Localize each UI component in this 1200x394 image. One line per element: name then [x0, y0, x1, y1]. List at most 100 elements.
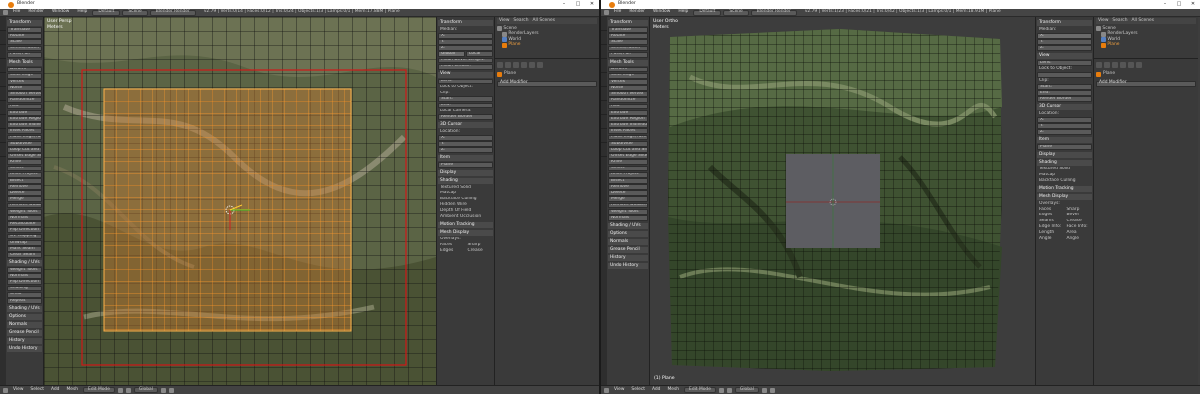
outliner-item-plane[interactable]: Plane [1096, 42, 1196, 49]
tool-button[interactable]: Vertex [7, 78, 42, 85]
menu-window[interactable]: Window [650, 9, 673, 14]
tool-button[interactable]: Weight Tools [7, 266, 42, 273]
tool-panel-toggle[interactable]: Shading / UVs [7, 305, 42, 312]
tool-button[interactable]: Merge [608, 196, 648, 203]
transform-panel-header[interactable]: Transform [438, 20, 493, 26]
3d-viewport[interactable]: User Ortho Meters (1) Plane [650, 17, 1035, 385]
tool-button[interactable]: Scale [7, 39, 42, 46]
tool-button[interactable]: Bisect [7, 177, 42, 184]
tool-button[interactable]: Inset Faces [608, 128, 648, 135]
clip-end-field[interactable]: End: [1037, 90, 1092, 96]
tool-button[interactable]: Smooth Vertex [7, 91, 42, 98]
viewport-editor-icon[interactable] [604, 387, 609, 393]
snap-icon[interactable] [168, 387, 174, 393]
tool-button[interactable]: Add [7, 103, 42, 110]
tool-button[interactable]: Loop Cut and Slide [7, 146, 42, 153]
tool-panel-toggle[interactable]: Options [608, 230, 648, 237]
median-z-field[interactable]: Z: [1037, 45, 1092, 51]
tool-button[interactable]: Rotate [608, 33, 648, 39]
mean-crease-field[interactable]: Mean Crease: [438, 63, 493, 70]
crease-checkbox[interactable]: Crease [466, 248, 494, 254]
layout-selector[interactable]: Default [92, 9, 121, 16]
view-menu[interactable]: View [11, 387, 25, 392]
tool-panel-toggle[interactable]: Grease Pencil [7, 329, 42, 336]
snap-icon[interactable] [769, 387, 775, 393]
transform-panel-header[interactable]: Transform [1037, 20, 1092, 26]
tool-button[interactable]: Slide Edge [7, 72, 42, 79]
tool-button[interactable]: Make Edge/Face [608, 134, 648, 141]
render-engine-selector[interactable]: Blender Render [149, 9, 196, 16]
editor-type-icon[interactable] [604, 10, 609, 15]
tool-button[interactable]: Shading [7, 285, 42, 292]
tool-button[interactable]: Extrude [7, 109, 42, 116]
minimize-button[interactable]: – [1158, 2, 1172, 7]
tool-button[interactable]: Remove [608, 184, 648, 190]
tool-panel-toggle[interactable]: Normals [7, 321, 42, 328]
tool-panel-toggle[interactable]: History [7, 337, 42, 344]
local-button[interactable]: Local [466, 51, 493, 58]
layout-selector[interactable]: Default [693, 9, 722, 16]
lens-field[interactable]: Lens: [438, 78, 493, 85]
tool-button[interactable]: Select [7, 165, 42, 172]
face-angle-checkbox[interactable]: Angle [1065, 236, 1093, 242]
outliner-search-menu[interactable]: Search [513, 18, 528, 23]
tool-button[interactable]: Knife Project [608, 171, 648, 178]
tool-button[interactable]: Remove [7, 184, 42, 190]
menu-help[interactable]: Help [74, 9, 90, 14]
tool-button[interactable]: Subdivide [7, 140, 42, 147]
pivot-icon[interactable] [125, 387, 131, 393]
clip-end-field[interactable]: End: [438, 102, 493, 109]
global-button[interactable]: Global [438, 51, 465, 58]
tool-button[interactable]: Extrude [608, 109, 648, 116]
select-menu[interactable]: Select [629, 387, 647, 392]
angle-checkbox[interactable]: Angle [1037, 236, 1065, 242]
tool-button[interactable]: Bisect [608, 177, 648, 184]
tool-button[interactable]: Select [608, 165, 648, 172]
backface-culling-checkbox[interactable]: Backface Culling [1037, 178, 1092, 184]
tool-button[interactable]: Knife [608, 159, 648, 166]
tool-button[interactable]: Knife [7, 159, 42, 166]
ambient-occlusion-checkbox[interactable]: Ambient Occlusion [438, 214, 493, 220]
shading-icon[interactable] [117, 387, 123, 393]
item-panel-header[interactable]: Item [1037, 137, 1092, 144]
scene-tab-icon[interactable] [505, 61, 511, 68]
tool-panel-toggle[interactable]: Undo History [608, 262, 648, 269]
modifier-tab-icon[interactable] [521, 61, 527, 68]
select-menu[interactable]: Select [28, 387, 46, 392]
tool-button[interactable]: Normals [608, 215, 648, 221]
mesh-menu[interactable]: Mesh [64, 387, 80, 392]
tool-button[interactable]: Rotate [7, 33, 42, 39]
transform-orientation[interactable]: Global [133, 387, 158, 393]
tool-button[interactable]: Clear Seam [7, 252, 42, 258]
tool-button[interactable]: Remove Doubles [608, 202, 648, 209]
render-border-toggle[interactable]: Render Border [438, 114, 493, 121]
tool-button[interactable]: Scale [608, 39, 648, 46]
tool-button[interactable]: Offset Edge Slide [608, 153, 648, 159]
median-x-field[interactable]: X: [438, 32, 493, 39]
render-border-toggle[interactable]: Render Border [1037, 96, 1092, 103]
outliner-item-plane[interactable]: Plane [497, 42, 597, 49]
add-modifier-dropdown[interactable]: Add Modifier [1096, 80, 1196, 87]
cursor-x-field[interactable]: X: [1037, 116, 1092, 123]
tool-panel-toggle[interactable]: Grease Pencil [608, 246, 648, 253]
render-tab-icon[interactable] [497, 61, 503, 68]
menu-file[interactable]: File [10, 9, 23, 14]
close-button[interactable]: ✕ [1186, 2, 1200, 7]
maximize-button[interactable]: □ [1172, 2, 1186, 7]
clip-start-field[interactable]: Start: [1037, 83, 1092, 90]
tool-button[interactable]: Push/Pull [608, 51, 648, 58]
tool-button[interactable]: Randomize [7, 97, 42, 104]
motion-tracking-header[interactable]: Motion Tracking [438, 221, 493, 228]
tool-button[interactable]: Unwrap [7, 239, 42, 246]
tool-button[interactable]: Extrude Region [608, 116, 648, 122]
viewport-scene[interactable] [44, 17, 436, 385]
tool-panel-toggle[interactable]: Shading / UVs [608, 222, 648, 229]
mesh-display-header[interactable]: Mesh Display [1037, 194, 1092, 201]
editor-type-icon[interactable] [3, 10, 8, 15]
tool-button[interactable]: Slide Edge [608, 72, 648, 79]
object-tab-icon[interactable] [513, 61, 519, 68]
tool-section-header[interactable]: Mesh Tools [7, 59, 42, 66]
median-z-field[interactable]: Z: [438, 45, 493, 51]
tool-button[interactable]: Noise [608, 85, 648, 91]
cursor-y-field[interactable]: Y: [1037, 123, 1092, 129]
